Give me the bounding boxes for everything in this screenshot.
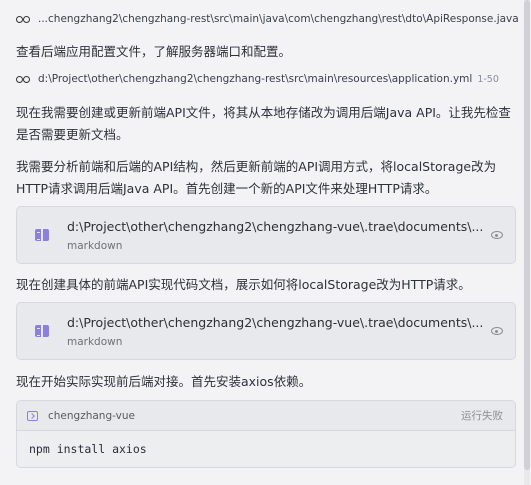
preview-eye-icon[interactable] — [491, 231, 503, 239]
scrollbar-thumb[interactable] — [524, 0, 530, 470]
file-reference[interactable]: d:\Project\other\chengzhang2\chengzhang-… — [16, 68, 524, 90]
terminal-icon — [27, 410, 38, 421]
document-path: d:\Project\other\chengzhang2\chengzhang-… — [67, 218, 484, 234]
assistant-message: 查看后端应用配置文件，了解服务器端口和配置。 — [16, 44, 292, 59]
chat-scroll-area[interactable]: ...chengzhang2\chengzhang-rest\src\main\… — [0, 0, 524, 485]
terminal-header: chengzhang-vue 运行失败 — [17, 401, 515, 431]
file-path: ...chengzhang2\chengzhang-rest\src\main\… — [38, 13, 519, 25]
glasses-icon — [16, 15, 30, 23]
markdown-doc-icon — [35, 229, 49, 241]
document-type: markdown — [67, 239, 123, 252]
vertical-scrollbar[interactable] — [524, 0, 530, 485]
glasses-icon — [16, 75, 30, 83]
terminal-command: npm install axios — [29, 442, 147, 456]
document-path: d:\Project\other\chengzhang2\chengzhang-… — [67, 314, 484, 330]
assistant-message: 我需要分析前端和后端的API结构，然后更新前端的API调用方式，将localSt… — [16, 159, 497, 196]
terminal-block: chengzhang-vue 运行失败 npm install axios — [16, 400, 516, 468]
file-reference[interactable]: ...chengzhang2\chengzhang-rest\src\main\… — [16, 8, 524, 30]
run-status: 运行失败 — [461, 410, 503, 422]
document-card[interactable]: d:\Project\other\chengzhang2\chengzhang-… — [16, 302, 516, 360]
preview-eye-icon[interactable] — [491, 327, 503, 335]
assistant-message: 现在我需要创建或更新前端API文件，将其从本地存储改为调用后端Java API。… — [16, 105, 511, 142]
document-type: markdown — [67, 335, 123, 348]
markdown-doc-icon — [35, 325, 49, 337]
assistant-message: 现在开始实际实现前后端对接。首先安装axios依赖。 — [16, 374, 312, 389]
document-card[interactable]: d:\Project\other\chengzhang2\chengzhang-… — [16, 206, 516, 264]
terminal-name: chengzhang-vue — [48, 409, 135, 422]
file-path: d:\Project\other\chengzhang2\chengzhang-… — [38, 73, 473, 85]
line-range: 1-50 — [477, 73, 499, 85]
assistant-message: 现在创建具体的前端API实现代码文档，展示如何将localStorage改为HT… — [16, 277, 471, 292]
